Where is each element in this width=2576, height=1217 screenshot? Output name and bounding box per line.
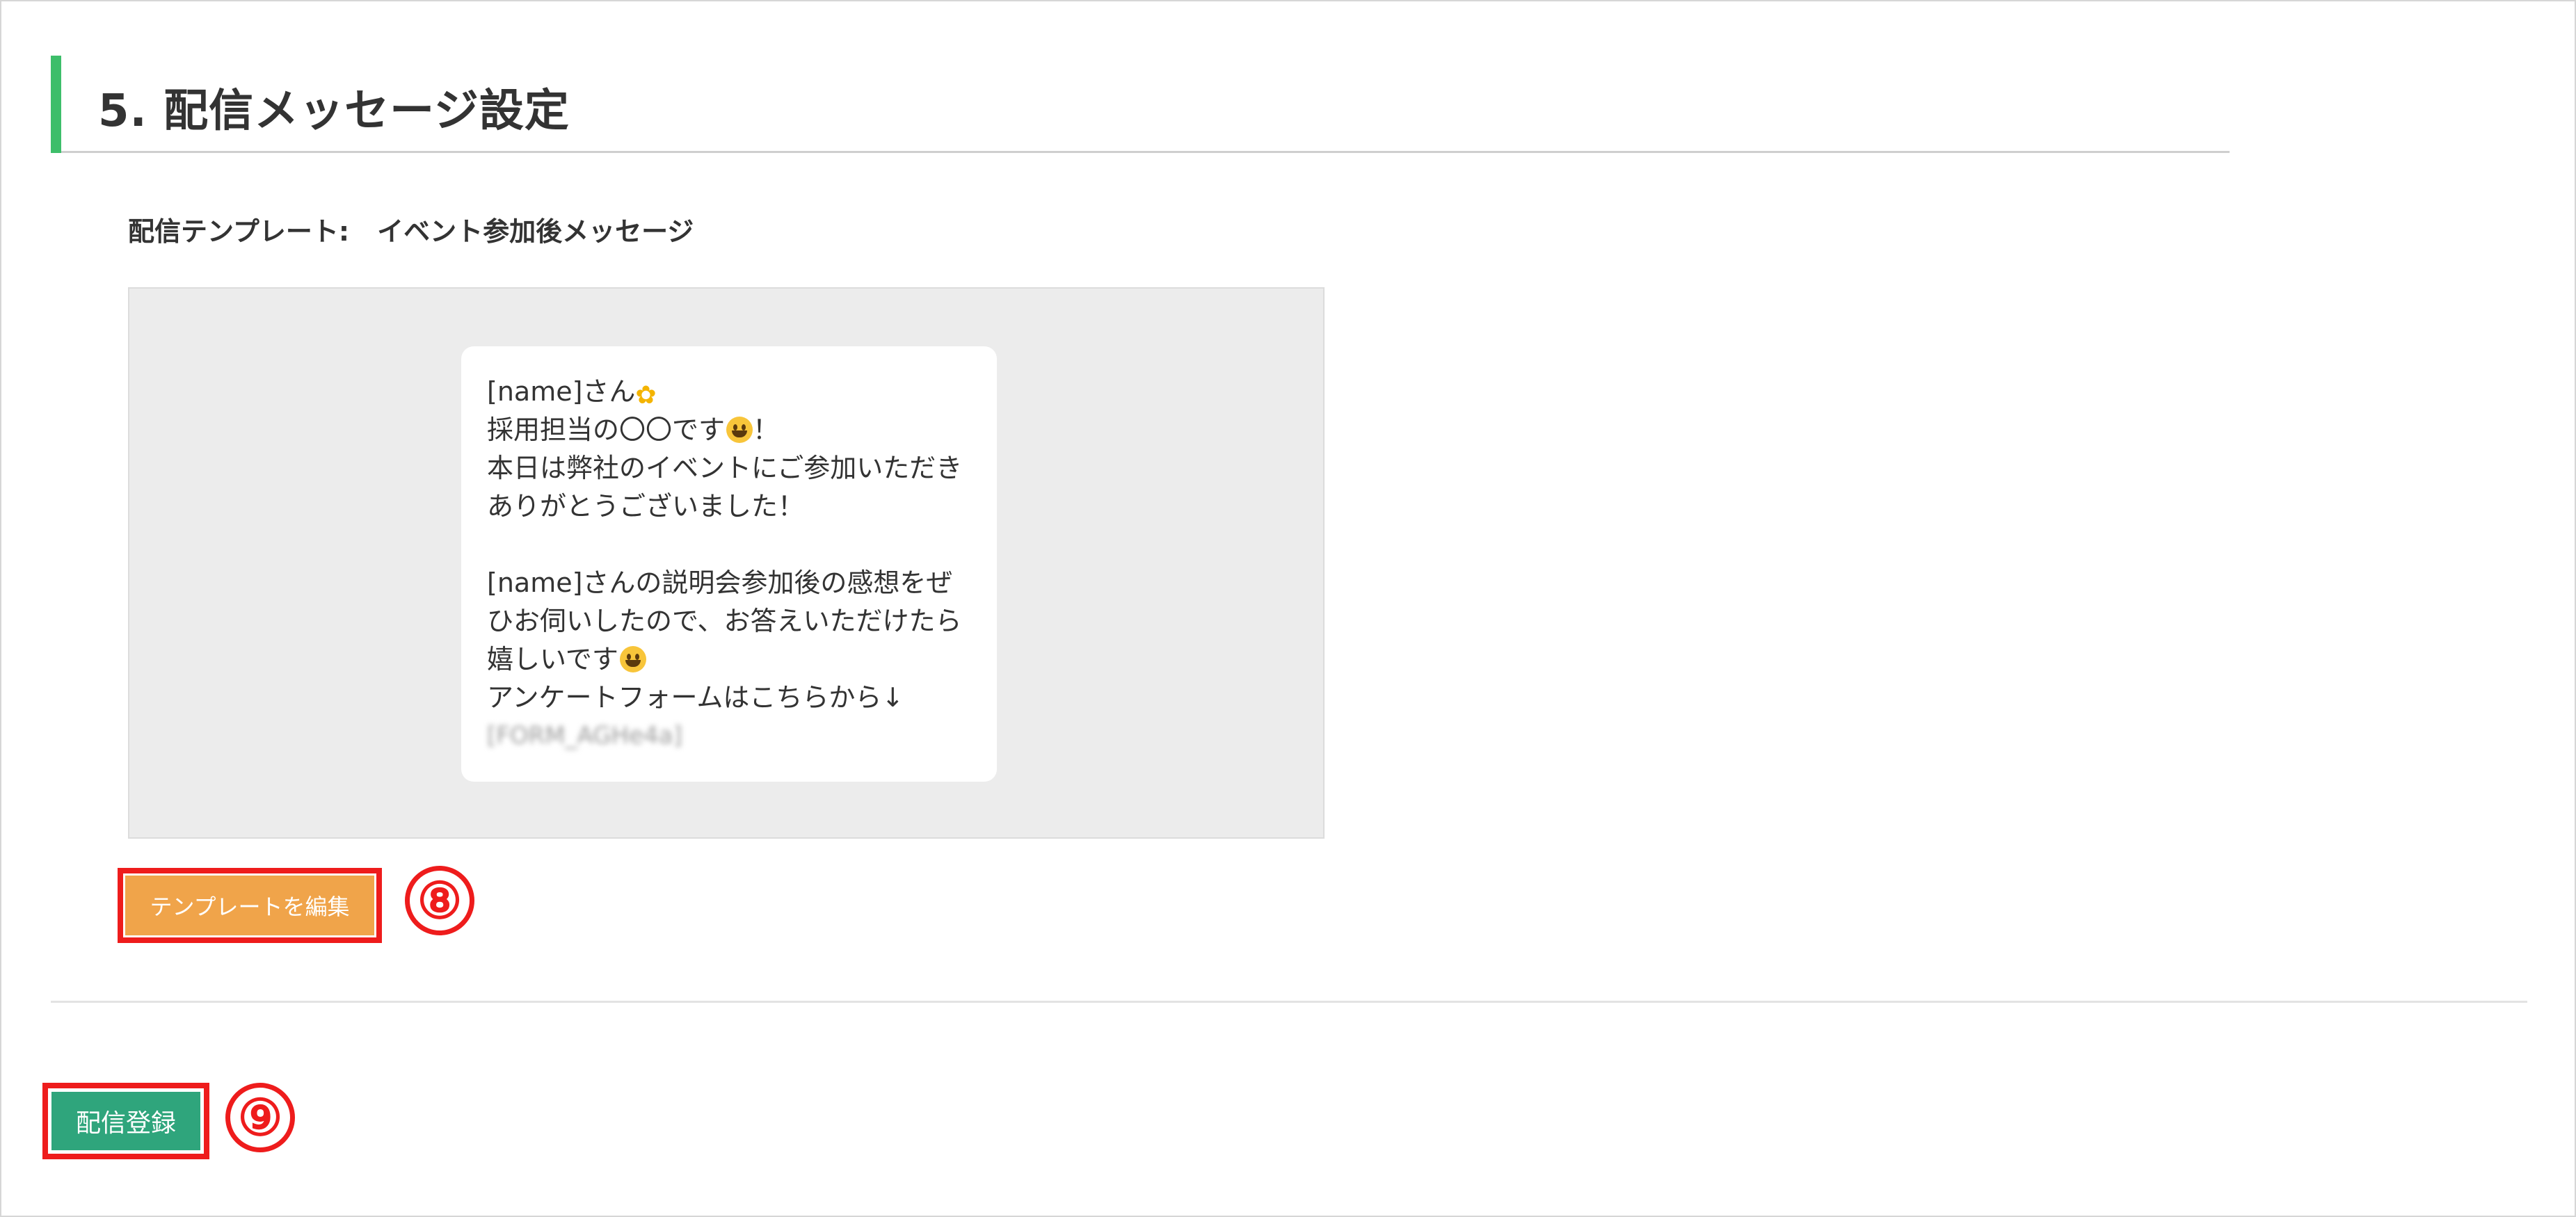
section-accent-bar — [51, 56, 61, 153]
message-line: 採用担当の〇〇です ！ — [487, 411, 972, 449]
message-line: [name]さん✿ — [487, 373, 972, 411]
edit-template-button[interactable]: テンプレートを編集 — [125, 876, 374, 935]
message-line: アンケートフォームはこちらから↓ — [487, 682, 904, 713]
register-button[interactable]: 配信登録 — [51, 1092, 200, 1150]
section-title: 5. 配信メッセージ設定 — [98, 86, 570, 137]
flower-emoji-icon: ✿ — [635, 381, 657, 410]
template-label: 配信テンプレート: — [128, 216, 350, 247]
grinning-face-emoji-icon — [726, 417, 753, 443]
template-info: 配信テンプレート: イベント参加後メッセージ — [128, 210, 694, 248]
message-text: [name]さん — [487, 376, 636, 407]
divider — [51, 1001, 2527, 1003]
message-line: ひお伺いしたので、お答えいただけたら — [487, 606, 962, 636]
message-text: ！ — [753, 414, 780, 445]
message-line: ありがとうございました！ — [487, 491, 805, 522]
form-link-blurred: [FORM_AGHe4a] — [487, 722, 682, 750]
message-text: 嬉しいです — [487, 644, 618, 675]
message-bubble: [name]さん✿ 採用担当の〇〇です！ 本日は弊社のイベントにご参加いただき … — [461, 346, 997, 782]
message-text: 採用担当の〇〇です — [487, 414, 726, 445]
section-header: 5. 配信メッセージ設定 — [51, 56, 2230, 153]
step-9-badge: ⑨ — [225, 1083, 295, 1152]
message-line: [name]さんの説明会参加後の感想をぜ — [487, 567, 953, 598]
message-line: 本日は弊社のイベントにご参加いただき — [487, 453, 963, 483]
template-name: イベント参加後メッセージ — [377, 216, 694, 247]
page-frame: 5. 配信メッセージ設定 配信テンプレート: イベント参加後メッセージ [name… — [0, 0, 2576, 1217]
message-line: 嬉しいです — [487, 640, 972, 679]
step-8-badge: ⑧ — [405, 866, 474, 935]
grinning-face-emoji-icon — [619, 646, 646, 672]
message-preview-area: [name]さん✿ 採用担当の〇〇です！ 本日は弊社のイベントにご参加いただき … — [128, 287, 1325, 839]
